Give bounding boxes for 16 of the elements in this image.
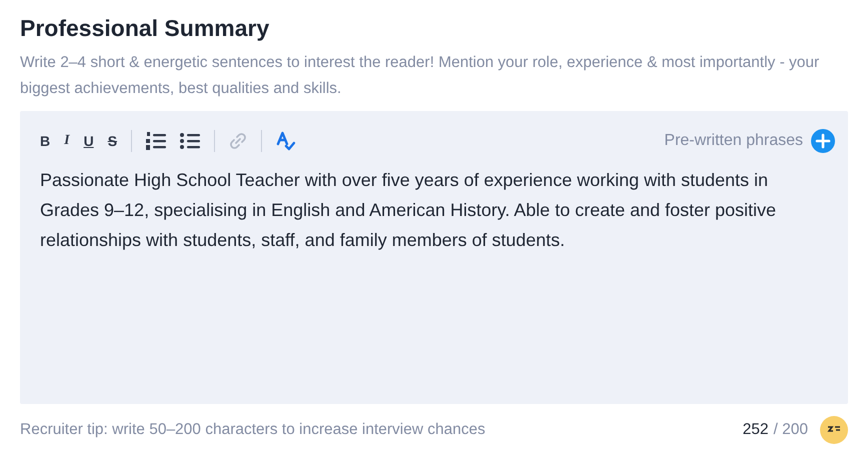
character-limit: / 200	[774, 420, 808, 440]
list-icon[interactable]	[146, 132, 166, 150]
face-icon	[820, 416, 848, 444]
section-title: Professional Summary	[20, 14, 270, 43]
text-editor[interactable]	[20, 111, 848, 404]
bullet-list-icon[interactable]	[180, 132, 200, 150]
recruiter-tip: Recruiter tip: write 50–200 characters to increase interview chances	[20, 420, 486, 440]
character-count: 252	[742, 420, 769, 440]
section-description: Write 2–4 short & energetic sentences to interest the reader! Mention your role, experience & most importantly - your biggest achievements, best qualities and skills.	[20, 53, 820, 99]
bold-button[interactable]: B	[40, 132, 50, 150]
summary-text: Passionate High School Teacher with over five years of experience working with students in Grades 9–12, specialising in English and American History. Able to create and foster positive relationships with students, staff, and family members of students.	[40, 169, 778, 252]
strike-button[interactable]: S	[108, 132, 118, 150]
spellcheck-icon[interactable]	[276, 131, 296, 151]
italic-button[interactable]: I	[64, 132, 70, 150]
underline-button[interactable]: U	[84, 132, 94, 150]
plus-icon	[811, 129, 835, 153]
